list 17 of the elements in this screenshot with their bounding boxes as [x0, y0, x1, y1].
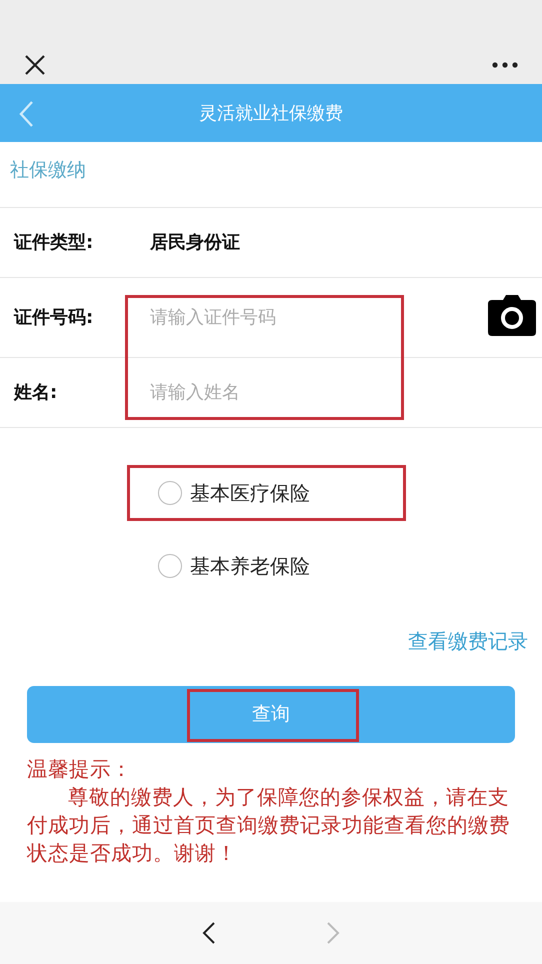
page-title: 灵活就业社保缴费 [199, 102, 343, 126]
radio-button[interactable] [158, 554, 182, 578]
id-type-value[interactable]: 居民身份证 [150, 229, 240, 256]
notice-text: 尊敬的缴费人，为了保障您的参保权益，请在支付成功后，通过首页查询缴费记录功能查看您的缴费状态是否成功。谢谢！ [27, 784, 511, 867]
field-label: 姓名: [14, 381, 58, 405]
field-label: 证件号码: [14, 306, 94, 330]
radio-button[interactable] [158, 480, 182, 504]
input-field[interactable]: 请输入证件号码 [150, 304, 400, 331]
field-label: 证件类型: [14, 231, 94, 255]
option-label[interactable]: 基本医疗保险 [190, 478, 310, 508]
camera-icon[interactable] [488, 294, 536, 336]
input-field[interactable]: 请输入姓名 [150, 379, 400, 406]
more-icon[interactable] [492, 62, 518, 68]
option-label[interactable]: 基本养老保险 [190, 550, 310, 580]
section-title: 社保缴纳 [0, 142, 542, 208]
notice-title: 温馨提示： [27, 756, 133, 783]
back-arrow-button[interactable] [202, 921, 216, 945]
